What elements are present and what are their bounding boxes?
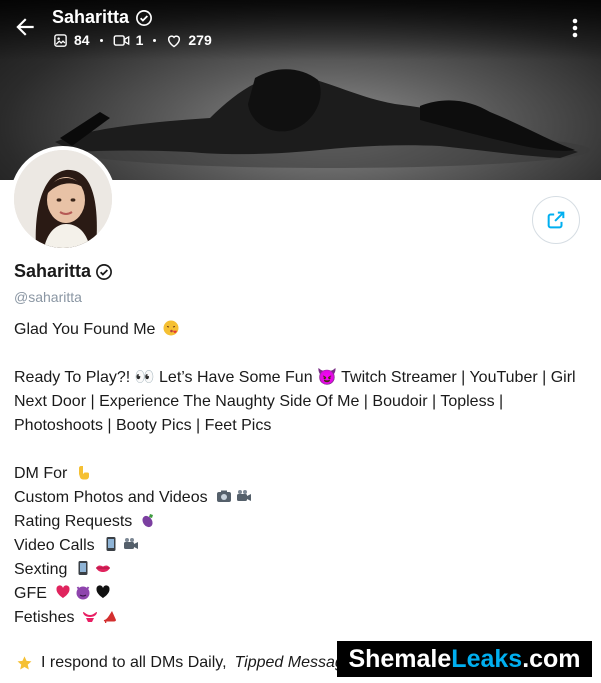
avatar[interactable] [10,146,116,252]
avatar-image [14,150,112,248]
black-heart-icon [96,585,110,598]
offer-label: Sexting [14,561,68,578]
verified-badge-icon [136,9,152,26]
profile-bio: Glad You Found Me Ready To Play?! 👀 Let’… [14,318,584,630]
verified-badge-icon [96,263,112,280]
eggplant-icon [142,514,154,528]
camera-icon [216,490,231,502]
video-camera-icon [113,34,129,46]
star-icon [17,655,32,669]
movie-camera-icon [236,490,251,501]
movie-camera-icon [123,538,138,549]
bio-offer-item: Fetishes [14,606,584,630]
profile-name: Saharitta [14,261,92,281]
image-icon [54,33,67,47]
bio-spacer [14,438,584,462]
share-icon [547,211,565,229]
offer-label: GFE [14,585,47,602]
mobile-phone-icon [78,561,88,575]
offer-label: Custom Photos and Videos [14,489,208,506]
lips-icon [96,565,111,572]
profile-handle: @saharitta [14,289,82,305]
bio-intro-line: Photoshoots | Booty Pics | Feet Pics [14,417,272,434]
red-heart-icon [56,585,70,598]
watermark-prefix: Shemale [348,645,452,673]
bio-intro-line: Ready To Play?! 👀 Let’s Have Some Fun 😈 … [14,369,576,386]
top-bar: Saharitta 84 1 279 [0,0,601,60]
bikini-icon [83,612,98,622]
bio-offer-item: GFE [14,582,584,606]
bio-greeting: Glad You Found Me [14,318,584,342]
share-button[interactable] [532,196,580,244]
photos-count: 84 [74,32,90,48]
reply-note: I respond to all DMs Daily, Tipped Messa… [16,654,353,672]
bio-dm-title-text: DM For [14,465,68,482]
separator-dot [99,38,103,42]
bio-greeting-text: Glad You Found Me [14,321,156,338]
profile-name-row: Saharitta [14,261,113,282]
reply-note-text: I respond to all DMs Daily, [41,654,227,671]
arrow-left-icon[interactable] [12,14,38,40]
header-title-row: Saharitta [52,7,153,28]
watermark-suffix: .com [522,645,581,673]
offer-label: Rating Requests [14,513,133,530]
reply-note-italic: Tipped Message [234,654,353,671]
likes-count: 279 [188,32,212,48]
header-title: Saharitta [52,7,130,27]
bio-offer-item: Custom Photos and Videos [14,486,584,510]
offer-label: Fetishes [14,609,75,626]
heart-icon [168,34,181,47]
high-heel-icon [104,611,117,623]
site-watermark: ShemaleLeaks.com [337,641,592,677]
smiling-devil-icon [76,586,90,600]
watermark-accent: Leaks [451,645,523,673]
pointing-down-icon [79,466,90,480]
bio-offer-item: Sexting [14,558,584,582]
bio-intro-line: Next Door | Experience The Naughty Side … [14,393,504,410]
bio-dm-title: DM For [14,462,584,486]
offer-label: Video Calls [14,537,95,554]
bio-offer-item: Rating Requests [14,510,584,534]
separator-dot [153,38,157,42]
bio-spacer [14,342,584,366]
header-stats: 84 1 279 [53,32,212,48]
bio-offer-item: Video Calls [14,534,584,558]
kissing-face-icon [163,320,179,336]
videos-count: 1 [135,32,144,48]
mobile-phone-icon [106,537,116,551]
kebab-menu-icon[interactable] [566,16,584,40]
